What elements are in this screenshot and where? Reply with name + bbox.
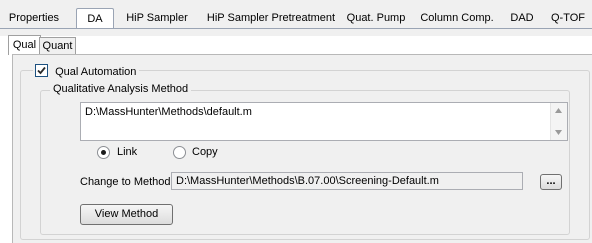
copy-radio[interactable] — [173, 146, 186, 159]
tab-hip-sampler-pretreatment[interactable]: HiP Sampler Pretreatment — [203, 9, 339, 27]
qual-automation-checkbox[interactable] — [35, 64, 48, 77]
view-method-button[interactable]: View Method — [80, 204, 173, 225]
tab-quat-pump[interactable]: Quat. Pump — [344, 9, 408, 27]
tab-q-tof[interactable]: Q-TOF — [549, 9, 587, 27]
subtab-quant[interactable]: Quant — [39, 37, 76, 54]
checkmark-icon — [37, 66, 46, 75]
radio-selected-dot — [101, 150, 106, 155]
scroll-down-icon[interactable] — [555, 130, 562, 135]
change-to-method-field[interactable]: D:\MassHunter\Methods\B.07.00\Screening-… — [171, 172, 523, 190]
method-path-text: D:\MassHunter\Methods\default.m — [85, 106, 252, 118]
change-to-method-label: Change to Method: — [80, 176, 174, 188]
link-label: Link — [117, 146, 138, 158]
main-tab-strip: Properties DA HiP Sampler HiP Sampler Pr… — [0, 0, 592, 36]
tab-hip-sampler[interactable]: HiP Sampler — [123, 9, 191, 27]
scroll-up-icon[interactable] — [555, 108, 562, 113]
method-path-field[interactable]: D:\MassHunter\Methods\default.m — [80, 102, 568, 141]
method-path-scrollbar[interactable] — [550, 103, 567, 140]
browse-method-button[interactable]: ... — [540, 174, 562, 190]
tab-dad[interactable]: DAD — [507, 9, 537, 27]
tab-column-comp[interactable]: Column Comp. — [419, 9, 495, 27]
tab-strip-divider — [0, 28, 592, 29]
tab-properties[interactable]: Properties — [5, 9, 63, 27]
qualitative-method-legend: Qualitative Analysis Method — [50, 83, 192, 96]
qual-automation-legend: Qual Automation — [33, 64, 140, 78]
tab-da[interactable]: DA — [76, 8, 114, 29]
qual-automation-label: Qual Automation — [55, 66, 137, 78]
link-radio[interactable] — [97, 146, 110, 159]
copy-label: Copy — [192, 146, 218, 158]
subtab-qual[interactable]: Qual — [8, 35, 41, 55]
